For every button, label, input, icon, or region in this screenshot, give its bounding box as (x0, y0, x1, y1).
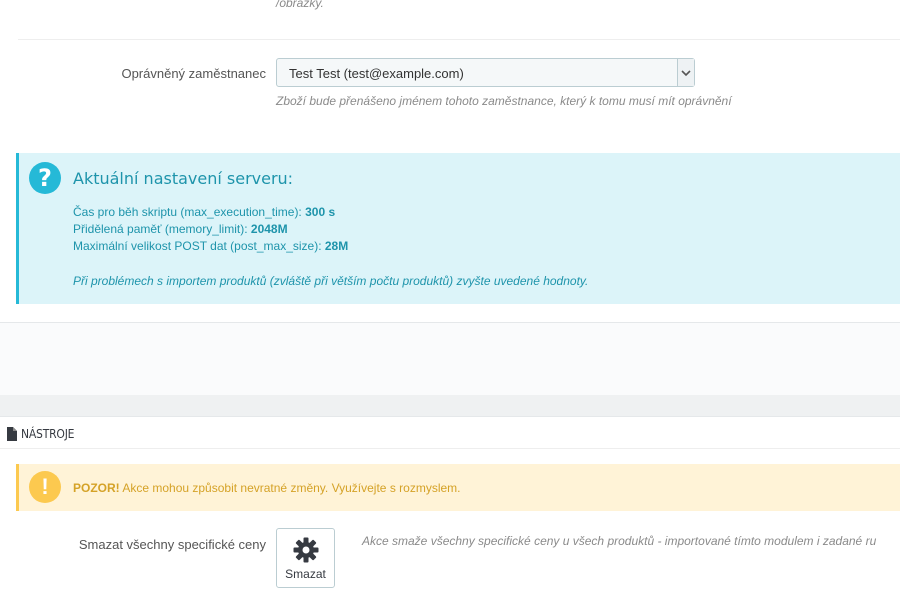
gear-icon (293, 537, 319, 563)
chevron-down-icon[interactable] (677, 59, 694, 86)
tools-header: NÁSTROJE (6, 426, 75, 442)
images-hint: /obrázky. (276, 0, 324, 10)
warning-alert: ! POZOR! Akce mohou způsobit nevratné zm… (16, 464, 900, 511)
server-info-alert: ? Aktuální nastavení serveru: Čas pro bě… (16, 153, 900, 304)
document-icon (7, 427, 17, 441)
delete-specific-prices-hint: Akce smaže všechny specifické ceny u vše… (362, 534, 877, 548)
delete-specific-prices-label: Smazat všechny specifické ceny (78, 537, 266, 552)
server-info-title: Aktuální nastavení serveru: (73, 169, 294, 188)
employee-label: Oprávněný zaměstnanec (121, 66, 266, 81)
delete-button-label: Smazat (285, 567, 326, 581)
employee-hint: Zboží bude přenášeno jménem tohoto zaměs… (276, 94, 732, 108)
info-line-memory-limit: Přidělená paměť (memory_limit): 2048M (73, 222, 288, 236)
info-line-post-max-size: Maximální velikost POST dat (post_max_si… (73, 239, 349, 253)
info-line-max-execution-time: Čas pro běh skriptu (max_execution_time)… (73, 205, 336, 219)
question-icon: ? (29, 162, 61, 194)
panel-footer (0, 323, 900, 395)
exclamation-icon: ! (29, 471, 61, 503)
tools-title: NÁSTROJE (21, 427, 75, 441)
employee-select[interactable]: Test Test (test@example.com) (276, 58, 695, 87)
warning-text: POZOR! Akce mohou způsobit nevratné změn… (73, 481, 461, 495)
divider (0, 448, 900, 449)
employee-select-value: Test Test (test@example.com) (289, 66, 464, 81)
server-info-note: Při problémech s importem produktů (zvlá… (73, 274, 589, 288)
divider (18, 39, 900, 40)
delete-specific-prices-button[interactable]: Smazat (276, 528, 335, 588)
